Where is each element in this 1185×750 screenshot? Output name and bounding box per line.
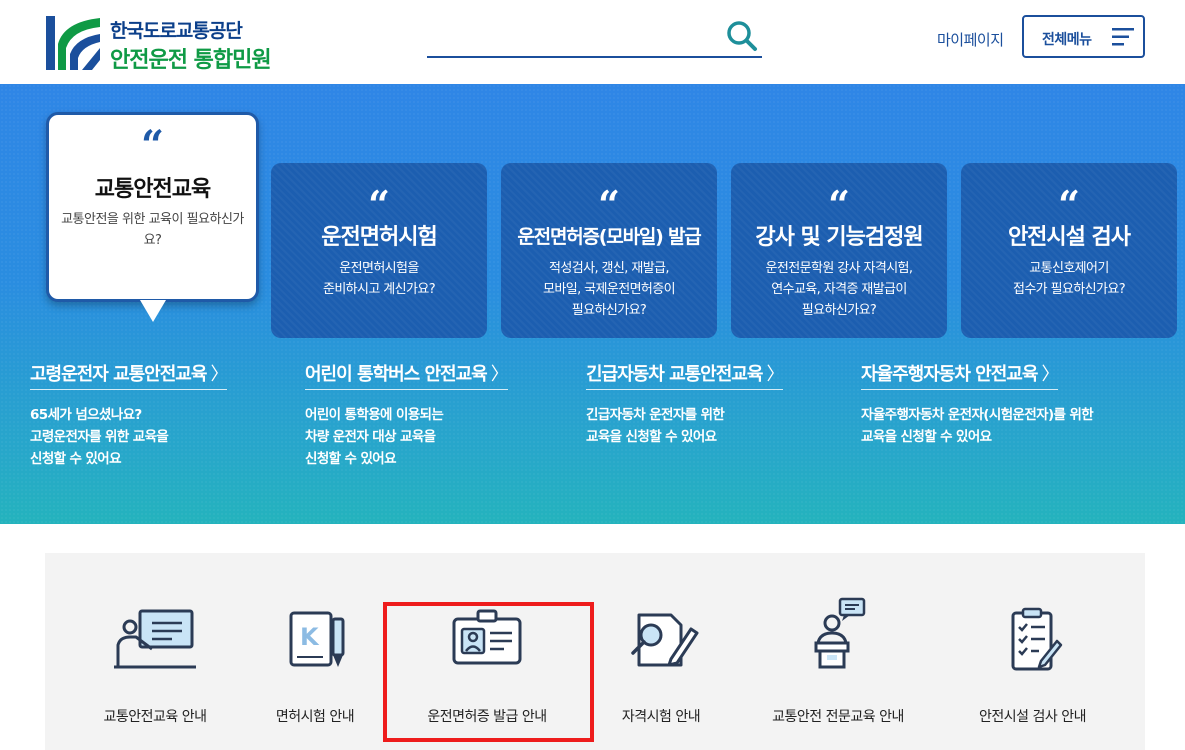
quote-icon: “ (598, 182, 620, 227)
sub-title-text: 긴급자동차 교통안전교육 (586, 364, 763, 385)
search-input[interactable] (427, 20, 717, 52)
exam-document-pen-icon: K (255, 605, 375, 675)
chevron-right-icon: 〉 (766, 364, 784, 385)
sub-desc: 긴급자동차 운전자를 위한 교육을 신청할 수 있어요 (586, 407, 725, 445)
sub-desc: 65세가 넘으셨나요? 고령운전자를 위한 교육을 신청할 수 있어요 (30, 407, 169, 467)
quick-link-safety-facility[interactable]: 안전시설 검사 안내 (945, 553, 1120, 750)
card-license-exam[interactable]: “ 운전면허시험 운전면허시험을 준비하시고 계신가요? (271, 163, 487, 338)
chevron-right-icon: 〉 (1041, 364, 1059, 385)
card-desc: 교통신호제어기 접수가 필요하신가요? (1012, 261, 1126, 297)
quick-link-label: 교통안전교육 안내 (103, 709, 208, 725)
quote-icon: “ (368, 182, 390, 227)
sub-autonomous-vehicle: 자율주행자동차 안전교육 〉 자율주행자동차 운전자(시험운전자)를 위한 교육을… (861, 360, 1181, 448)
featured-card-traffic-safety-education[interactable]: “ 교통안전교육 교통안전을 위한 교육이 필요하신가요? (46, 112, 259, 302)
sub-link-autonomous-vehicle[interactable]: 자율주행자동차 안전교육 〉 (861, 360, 1059, 390)
card-title: 안전시설 검사 (1007, 225, 1131, 250)
card-safety-facility[interactable]: “ 안전시설 검사 교통신호제어기 접수가 필요하신가요? (961, 163, 1177, 338)
sub-title-text: 고령운전자 교통안전교육 (30, 364, 207, 385)
hero-section: “ 교통안전교육 교통안전을 위한 교육이 필요하신가요? “ 운전면허시험 운… (0, 84, 1185, 524)
mypage-link[interactable]: 마이페이지 (937, 29, 1004, 50)
card-license-issue[interactable]: “ 운전면허증(모바일) 발급 적성검사, 갱신, 재발급, 모바일, 국제운전… (501, 163, 717, 338)
checklist-clipboard-icon (945, 605, 1120, 675)
quick-link-label: 자격시험 안내 (621, 709, 701, 725)
chevron-right-icon: 〉 (210, 364, 228, 385)
card-desc: 운전전문학원 강사 자격시험, 연수교육, 자격증 재발급이 필요하신가요? (765, 261, 914, 318)
quick-link-traffic-safety-education[interactable]: 교통안전교육 안내 (55, 553, 255, 750)
quick-link-label: 교통안전 전문교육 안내 (772, 709, 904, 725)
sub-elderly-driver: 고령운전자 교통안전교육 〉 65세가 넘으셨나요? 고령운전자를 위한 교육을 … (30, 360, 310, 470)
quick-link-label: 운전면허증 발급 안내 (427, 709, 547, 725)
quick-link-license-issue[interactable]: 운전면허증 발급 안내 (387, 553, 587, 750)
card-desc: 운전면허시험을 준비하시고 계신가요? (322, 261, 436, 297)
card-desc: 적성검사, 갱신, 재발급, 모바일, 국제운전면허증이 필요하신가요? (542, 261, 676, 318)
hamburger-icon (1112, 28, 1134, 46)
quick-link-qualification-exam[interactable]: 자격시험 안내 (602, 553, 720, 750)
qualification-search-icon (602, 605, 720, 675)
search-icon (727, 21, 757, 51)
card-instructor[interactable]: “ 강사 및 기능검정원 운전전문학원 강사 자격시험, 연수교육, 자격증 재… (731, 163, 947, 338)
allmenu-button[interactable]: 전체메뉴 (1022, 15, 1145, 58)
sub-desc: 어린이 통학용에 이용되는 차량 운전자 대상 교육을 신청할 수 있어요 (305, 407, 444, 467)
search-bar (427, 16, 762, 58)
site-logo[interactable]: 한국도로교통공단 안전운전 통합민원 (44, 14, 294, 73)
bubble-tail (140, 300, 166, 322)
chevron-right-icon: 〉 (490, 364, 509, 385)
quick-link-label: 안전시설 검사 안내 (979, 709, 1086, 725)
site-header: 한국도로교통공단 안전운전 통합민원 마이페이지 전체메뉴 (0, 0, 1185, 84)
sub-emergency-vehicle: 긴급자동차 교통안전교육 〉 긴급자동차 운전자를 위한 교육을 신청할 수 있어… (586, 360, 866, 448)
sub-school-bus: 어린이 통학버스 안전교육 〉 어린이 통학용에 이용되는 차량 운전자 대상 교… (305, 360, 585, 470)
sub-desc: 자율주행자동차 운전자(시험운전자)를 위한 교육을 신청할 수 있어요 (861, 407, 1094, 445)
presentation-teacher-icon (55, 605, 255, 675)
quote-icon: “ (828, 182, 850, 227)
sub-link-emergency-vehicle[interactable]: 긴급자동차 교통안전교육 〉 (586, 360, 784, 390)
license-card-icon (387, 605, 587, 675)
card-title: 강사 및 기능검정원 (755, 225, 923, 250)
quote-icon: “ (1058, 182, 1080, 227)
quick-link-professional-education[interactable]: 교통안전 전문교육 안내 (738, 553, 938, 750)
card-title: 운전면허증(모바일) 발급 (517, 226, 701, 248)
featured-card-title: 교통안전교육 (94, 177, 211, 202)
logo-mark-icon (46, 16, 100, 70)
quick-link-license-exam[interactable]: K 면허시험 안내 (255, 553, 375, 750)
sub-title-text: 어린이 통학버스 안전교육 (305, 364, 488, 385)
svg-text:K: K (300, 623, 320, 651)
sub-link-school-bus[interactable]: 어린이 통학버스 안전교육 〉 (305, 360, 509, 390)
search-button[interactable] (724, 18, 760, 54)
quick-links-panel: 교통안전교육 안내 K 면허시험 안내 운전면허증 발급 안내 자격시험 안내 … (45, 553, 1145, 750)
card-title: 운전면허시험 (321, 225, 437, 250)
allmenu-label: 전체메뉴 (1042, 32, 1092, 48)
site-name: 안전운전 통합민원 (110, 48, 272, 73)
lecturer-podium-icon (738, 597, 938, 675)
sub-link-elderly-driver[interactable]: 고령운전자 교통안전교육 〉 (30, 360, 228, 390)
quick-link-label: 면허시험 안내 (275, 709, 355, 725)
sub-title-text: 자율주행자동차 안전교육 (861, 364, 1038, 385)
org-name: 한국도로교통공단 (110, 20, 243, 42)
featured-card-desc: 교통안전을 위한 교육이 필요하신가요? (61, 212, 244, 248)
quote-icon: “ (140, 122, 164, 169)
